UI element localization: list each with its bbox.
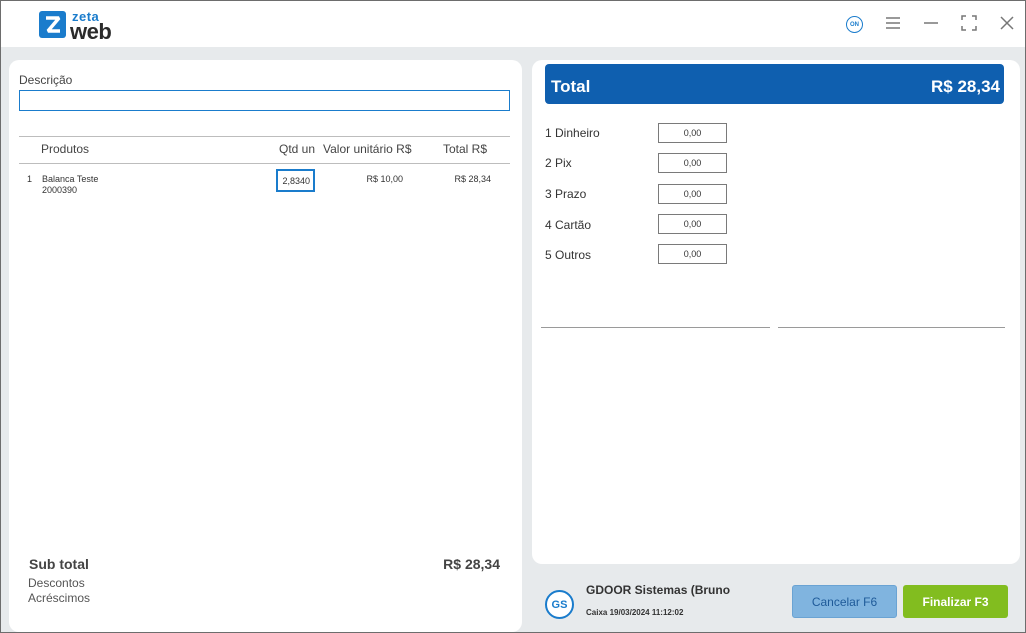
cancel-button[interactable]: Cancelar F6 [792, 585, 897, 618]
fullscreen-icon[interactable] [959, 13, 979, 33]
row-total: R$ 28,34 [454, 174, 491, 184]
subtotal-label: Sub total [29, 556, 89, 572]
payment-divider-right [778, 327, 1005, 328]
minimize-icon[interactable] [921, 13, 941, 33]
payment-input-pix[interactable] [658, 153, 727, 173]
sale-items-panel: Descrição Produtos Qtd un Valor unitário… [9, 60, 522, 632]
hamburger-menu-icon[interactable] [883, 13, 903, 33]
zetaweb-logo: zeta web [39, 9, 129, 44]
payment-input-outros[interactable] [658, 244, 727, 264]
close-icon[interactable] [997, 13, 1017, 33]
column-valor-unitario: Valor unitário R$ [323, 142, 412, 156]
user-avatar: GS [545, 590, 574, 619]
total-label: Total [551, 77, 591, 96]
payment-input-prazo[interactable] [658, 184, 727, 204]
descontos-label: Descontos [28, 576, 85, 590]
table-top-divider [19, 136, 510, 137]
row-index: 1 [27, 174, 33, 184]
payment-input-cartao[interactable] [658, 214, 727, 234]
logo-web-text: web [70, 19, 112, 44]
table-row[interactable]: 1 Balanca Teste 2000390 2,8340 R$ 10,00 … [19, 168, 510, 198]
finalize-button[interactable]: Finalizar F3 [903, 585, 1008, 618]
row-product-name: Balanca Teste [42, 174, 99, 184]
row-qtd-field[interactable]: 2,8340 [276, 169, 315, 192]
column-produtos: Produtos [41, 142, 90, 156]
total-bar: Total R$ 28,34 [545, 64, 1004, 104]
caixa-timestamp: Caixa 19/03/2024 11:12:02 [586, 608, 684, 617]
online-status-badge[interactable]: ON [846, 16, 863, 33]
total-value: R$ 28,34 [931, 77, 1000, 96]
payment-label-dinheiro: 1 Dinheiro [545, 126, 600, 140]
description-label: Descrição [19, 73, 73, 87]
payment-label-pix: 2 Pix [545, 156, 572, 170]
payment-label-outros: 5 Outros [545, 248, 592, 262]
row-unit-price: R$ 10,00 [366, 174, 403, 184]
column-total: Total R$ [443, 142, 488, 156]
description-input[interactable] [19, 90, 510, 111]
payment-divider-left [541, 327, 770, 328]
payment-panel: Total R$ 28,34 1 Dinheiro 2 Pix 3 Prazo … [532, 60, 1020, 564]
payment-input-dinheiro[interactable] [658, 123, 727, 143]
title-bar: zeta web ON [1, 1, 1025, 47]
row-product-code: 2000390 [42, 185, 78, 195]
user-name: GDOOR Sistemas (Bruno E [586, 583, 732, 597]
logo-z-mark [39, 11, 66, 38]
acrescimos-label: Acréscimos [28, 591, 91, 605]
payment-label-cartao: 4 Cartão [545, 218, 592, 232]
table-header-divider [19, 163, 510, 164]
column-qtd: Qtd un [279, 142, 316, 156]
payment-label-prazo: 3 Prazo [545, 187, 587, 201]
items-table-header: Produtos Qtd un Valor unitário R$ Total … [19, 142, 510, 162]
subtotal-value: R$ 28,34 [443, 556, 500, 572]
